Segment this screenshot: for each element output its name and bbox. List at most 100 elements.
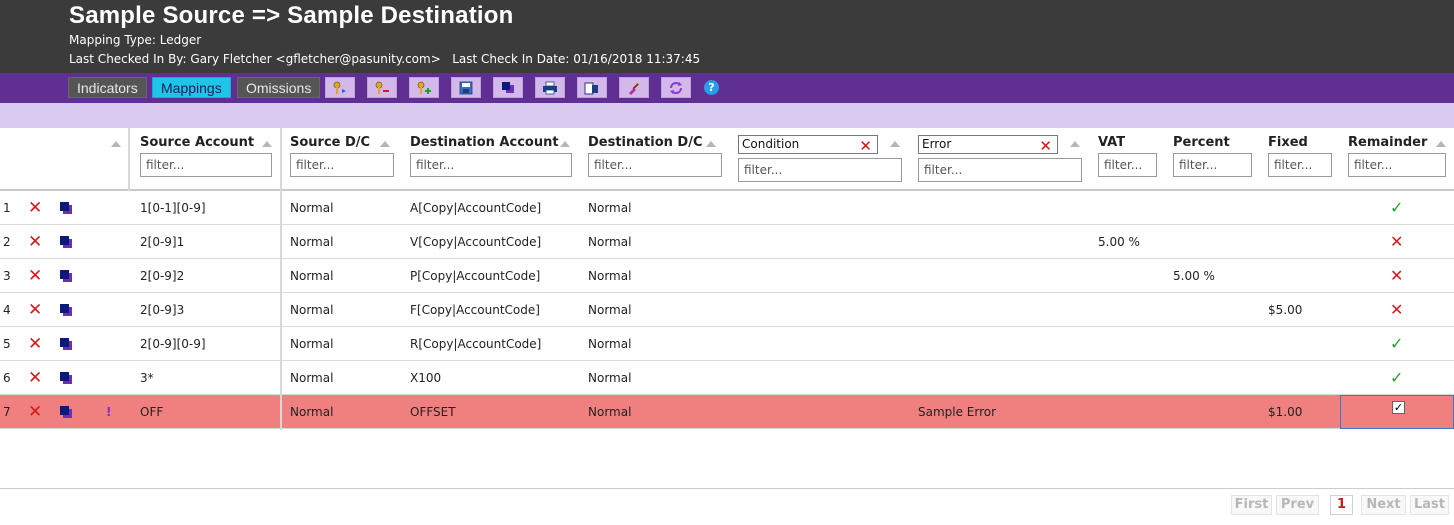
copy-row-icon[interactable]: [60, 225, 73, 259]
remainder-checkbox[interactable]: ✓: [1340, 395, 1454, 429]
col-label[interactable]: Source Account: [140, 135, 254, 150]
sort-icon[interactable]: [262, 141, 272, 147]
cell-source[interactable]: 3*: [140, 361, 154, 395]
cell-error[interactable]: Sample Error: [918, 395, 996, 429]
cell-fixed[interactable]: $5.00: [1268, 293, 1302, 327]
cell-ddc[interactable]: Normal: [588, 395, 631, 429]
filter-dest-dc[interactable]: filter...: [588, 153, 722, 177]
filter-percent[interactable]: filter...: [1173, 153, 1252, 177]
cell-sdc[interactable]: Normal: [290, 259, 333, 293]
copy-row-icon[interactable]: [60, 395, 73, 429]
copy-row-icon[interactable]: [60, 361, 73, 395]
col-label[interactable]: Destination D/C: [588, 135, 703, 150]
col-label[interactable]: Destination Account: [410, 135, 559, 150]
pager-prev[interactable]: Prev: [1276, 495, 1319, 515]
copy-row-icon[interactable]: [60, 191, 73, 225]
table-row[interactable]: 5 2[0-9][0-9] Normal R[Copy|AccountCode] Nor…: [0, 327, 1454, 361]
table-row[interactable]: 7 OFF Normal OFFSET Normal Sample Error $1.00 ✕…: [0, 395, 1454, 429]
delete-row-icon[interactable]: ✕: [28, 327, 42, 361]
filter-remainder[interactable]: filter...: [1348, 153, 1446, 177]
filter-vat[interactable]: filter...: [1098, 153, 1157, 177]
cell-sdc[interactable]: Normal: [290, 361, 333, 395]
cell-dest[interactable]: OFFSET: [410, 395, 456, 429]
col-label[interactable]: VAT: [1098, 135, 1125, 150]
filter-fixed[interactable]: filter...: [1268, 153, 1332, 177]
pager-current[interactable]: 1: [1330, 495, 1353, 515]
cell-fixed[interactable]: $1.00: [1268, 395, 1302, 429]
remove-column-icon[interactable]: ✕: [1039, 139, 1052, 154]
delete-row-icon[interactable]: ✕: [28, 395, 42, 429]
sort-icon[interactable]: [1070, 141, 1080, 147]
filter-source-account[interactable]: filter...: [140, 153, 272, 177]
delete-row-icon[interactable]: ✕: [28, 225, 42, 259]
print-icon[interactable]: [535, 77, 565, 98]
condition-column-picker[interactable]: Condition ✕: [738, 135, 878, 154]
delete-row-icon[interactable]: ✕: [28, 361, 42, 395]
col-label[interactable]: Source D/C: [290, 135, 370, 150]
help-icon[interactable]: ?: [704, 80, 719, 95]
cell-dest[interactable]: R[Copy|AccountCode]: [410, 327, 541, 361]
cell-sdc[interactable]: Normal: [290, 293, 333, 327]
delete-row-icon[interactable]: ✕: [28, 191, 42, 225]
filter-condition[interactable]: filter...: [738, 158, 902, 182]
sort-icon[interactable]: [890, 141, 900, 147]
save-icon[interactable]: [451, 77, 481, 98]
filter-source-dc[interactable]: filter...: [290, 153, 394, 177]
col-label[interactable]: Fixed: [1268, 135, 1308, 150]
cell-ddc[interactable]: Normal: [588, 225, 631, 259]
pager-first[interactable]: First: [1231, 495, 1272, 515]
key-import-icon[interactable]: [325, 77, 355, 98]
pager-next[interactable]: Next: [1361, 495, 1406, 515]
sort-icon[interactable]: [560, 141, 570, 147]
error-column-picker[interactable]: Error ✕: [918, 135, 1058, 154]
cell-source[interactable]: 2[0-9]2: [140, 259, 184, 293]
clear-icon[interactable]: [619, 77, 649, 98]
refresh-icon[interactable]: [661, 77, 691, 98]
key-add-icon[interactable]: [409, 77, 439, 98]
copy-row-icon[interactable]: [60, 293, 73, 327]
copy-row-icon[interactable]: [60, 327, 73, 361]
cell-dest[interactable]: A[Copy|AccountCode]: [410, 191, 541, 225]
cell-ddc[interactable]: Normal: [588, 327, 631, 361]
table-row[interactable]: 6 3* Normal X100 Normal ✕ ✓: [0, 361, 1454, 395]
cell-dest[interactable]: V[Copy|AccountCode]: [410, 225, 541, 259]
pager-last[interactable]: Last: [1410, 495, 1449, 515]
cell-dest[interactable]: F[Copy|AccountCode]: [410, 293, 540, 327]
cell-ddc[interactable]: Normal: [588, 293, 631, 327]
table-row[interactable]: 4 2[0-9]3 Normal F[Copy|AccountCode] Normal $…: [0, 293, 1454, 327]
sort-icon[interactable]: [706, 141, 716, 147]
delete-row-icon[interactable]: ✕: [28, 293, 42, 327]
cell-sdc[interactable]: Normal: [290, 225, 333, 259]
filter-error[interactable]: filter...: [918, 158, 1082, 182]
cell-percent[interactable]: 5.00 %: [1173, 259, 1215, 293]
cell-source[interactable]: 2[0-9]3: [140, 293, 184, 327]
col-label[interactable]: Remainder: [1348, 135, 1427, 150]
cell-vat[interactable]: 5.00 %: [1098, 225, 1140, 259]
export-icon[interactable]: [577, 77, 607, 98]
filter-dest-account[interactable]: filter...: [410, 153, 572, 177]
cell-sdc[interactable]: Normal: [290, 327, 333, 361]
cell-ddc[interactable]: Normal: [588, 259, 631, 293]
copy-row-icon[interactable]: [60, 259, 73, 293]
tab-indicators[interactable]: Indicators: [68, 77, 147, 98]
cell-source[interactable]: 2[0-9]1: [140, 225, 184, 259]
cell-source[interactable]: OFF: [140, 395, 163, 429]
sort-icon[interactable]: [380, 141, 390, 147]
cell-ddc[interactable]: Normal: [588, 191, 631, 225]
cell-dest[interactable]: P[Copy|AccountCode]: [410, 259, 540, 293]
table-row[interactable]: 3 2[0-9]2 Normal P[Copy|AccountCode] Normal 5…: [0, 259, 1454, 293]
cell-dest[interactable]: X100: [410, 361, 441, 395]
cell-source[interactable]: 1[0-1][0-9]: [140, 191, 206, 225]
delete-row-icon[interactable]: ✕: [28, 259, 42, 293]
cell-source[interactable]: 2[0-9][0-9]: [140, 327, 206, 361]
table-row[interactable]: 1 1[0-1][0-9] Normal A[Copy|AccountCode] Nor…: [0, 191, 1454, 225]
tab-mappings[interactable]: Mappings: [152, 77, 231, 98]
copy-icon[interactable]: [493, 77, 523, 98]
sort-icon[interactable]: [1436, 141, 1446, 147]
remove-column-icon[interactable]: ✕: [859, 139, 872, 154]
cell-sdc[interactable]: Normal: [290, 191, 333, 225]
tab-omissions[interactable]: Omissions: [237, 77, 321, 98]
cell-ddc[interactable]: Normal: [588, 361, 631, 395]
col-label[interactable]: Percent: [1173, 135, 1230, 150]
cell-sdc[interactable]: Normal: [290, 395, 333, 429]
